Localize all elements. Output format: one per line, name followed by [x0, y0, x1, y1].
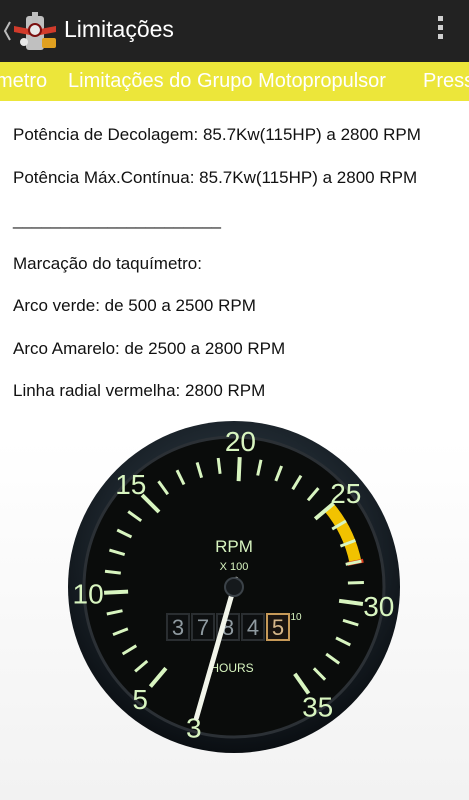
hours-label: HOURS [210, 661, 253, 675]
needle-hub [224, 577, 244, 597]
counter-digit: 5 [272, 615, 284, 640]
action-bar: Limitações [0, 0, 469, 62]
scale-label: 30 [363, 591, 394, 622]
tenths-label: 10 [290, 612, 302, 623]
tab-current[interactable]: Limitações do Grupo Motopropulsor [68, 70, 386, 93]
major-tick [104, 589, 129, 595]
scale-label: 35 [302, 692, 333, 723]
major-tick [236, 457, 242, 482]
minor-tick [216, 457, 222, 474]
scale-label: 15 [115, 469, 146, 500]
hours-counter: 37845 [166, 613, 290, 641]
scale-label: 20 [225, 426, 256, 457]
separator-line: ______________________ [13, 210, 222, 229]
up-caret-icon[interactable] [2, 18, 12, 44]
airplane-app-icon[interactable] [12, 8, 58, 54]
counter-digit: 4 [247, 615, 259, 640]
tab-strip: metro Limitações do Grupo Motopropulsor … [0, 62, 469, 101]
scale-label: 10 [73, 578, 104, 609]
yellow-arc-text: Arco Amarelo: de 2500 a 2800 RPM [13, 339, 286, 358]
scale-label: 5 [132, 684, 148, 715]
green-arc-text: Arco verde: de 500 a 2500 RPM [13, 296, 256, 315]
minor-tick [104, 569, 121, 575]
tachometer-image: 35101520253035 RPM X 100 10 HOURS 37845 [68, 421, 400, 753]
counter-digit: 3 [172, 615, 184, 640]
max-continuous-power-text: Potência Máx.Contínua: 85.7Kw(115HP) a 2… [13, 168, 418, 187]
tab-next[interactable]: Press [423, 70, 469, 93]
rpm-label: RPM [215, 537, 253, 556]
page-title: Limitações [64, 16, 174, 42]
takeoff-power-text: Potência de Decolagem: 85.7Kw(115HP) a 2… [13, 125, 421, 144]
multiplier-label: X 100 [220, 561, 249, 573]
minor-tick [347, 581, 364, 585]
tachometer-marking-heading: Marcação do taquímetro: [13, 254, 202, 273]
scale-label: 25 [330, 478, 361, 509]
overflow-menu-icon[interactable] [433, 16, 447, 46]
red-line-text: Linha radial vermelha: 2800 RPM [13, 381, 266, 400]
counter-digit: 7 [197, 615, 209, 640]
tab-previous[interactable]: metro [0, 70, 47, 93]
